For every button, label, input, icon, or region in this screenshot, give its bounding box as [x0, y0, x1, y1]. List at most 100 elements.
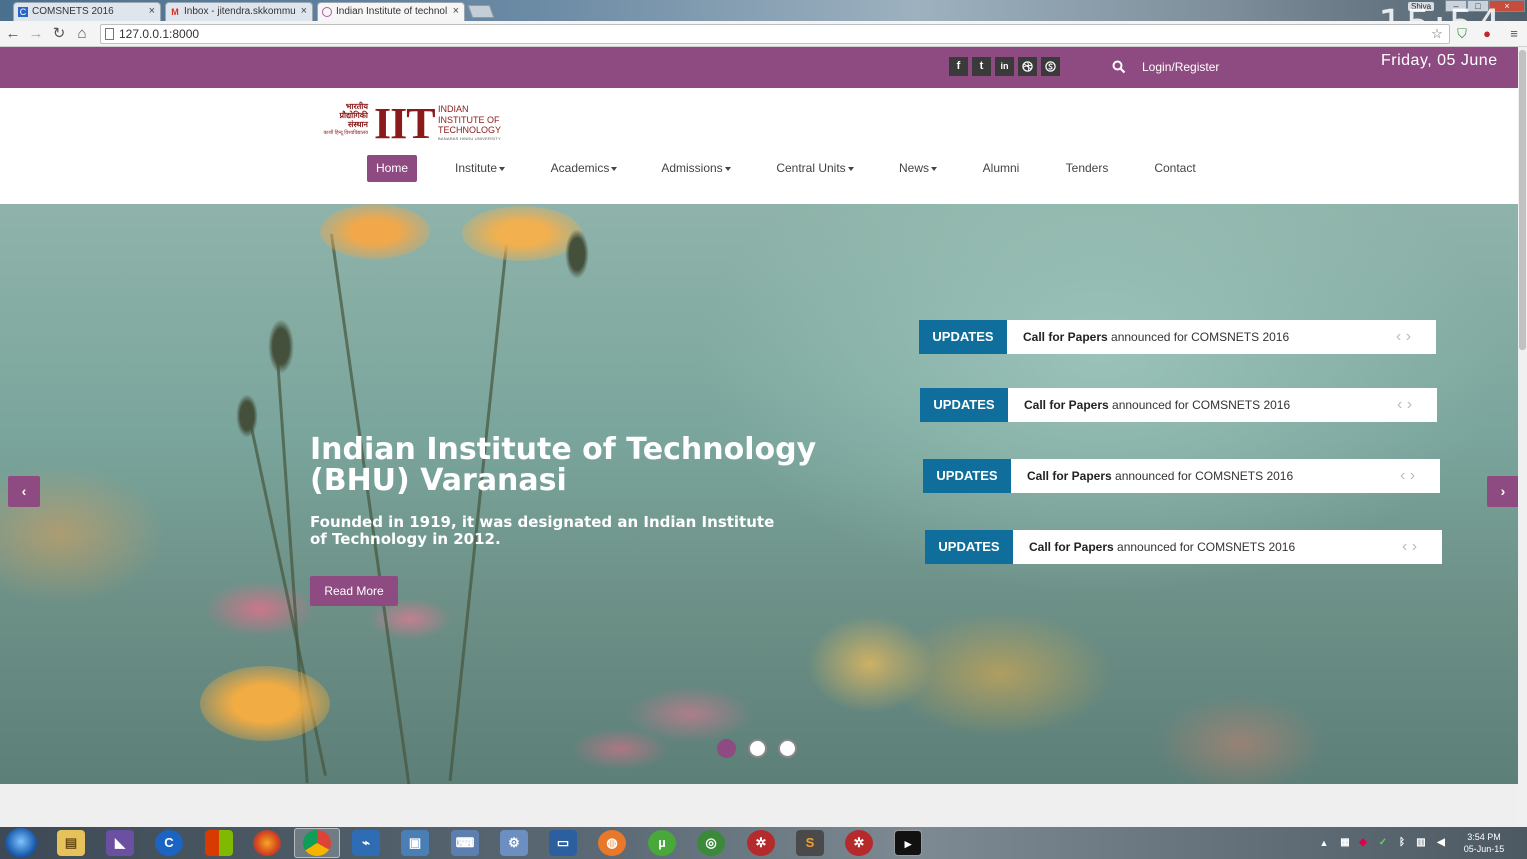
reload-icon[interactable]: ↻ [50, 25, 68, 43]
search-icon[interactable] [1112, 60, 1126, 74]
updates-text[interactable]: Call for Papers announced for COMSNETS 2… [1029, 530, 1295, 564]
chevron-right-icon[interactable]: › [1406, 328, 1411, 345]
logo-subline: BANARAS HINDU UNIVERSITY [438, 136, 501, 141]
nav-central-units[interactable]: Central Units [770, 155, 860, 182]
taskbar-clock[interactable]: 3:54 PM 05-Jun-15 [1458, 831, 1510, 855]
chevron-right-icon[interactable]: › [1412, 538, 1417, 555]
slider-next-button[interactable]: › [1487, 476, 1518, 507]
facebook-icon[interactable]: f [949, 57, 968, 76]
chevron-right-icon[interactable]: › [1410, 467, 1415, 484]
nav-institute[interactable]: Institute [446, 155, 514, 182]
globe-icon[interactable]: ◎ [697, 830, 725, 856]
browser-toolbar: ← → ↻ ⌂ 127.0.0.1:8000 ☆ ⛉ ● ≡ [0, 21, 1527, 47]
updates-ticker: UPDATES Call for Papers announced for CO… [920, 388, 1437, 422]
updates-label: UPDATES [919, 320, 1007, 354]
updates-text[interactable]: Call for Papers announced for COMSNETS 2… [1024, 388, 1290, 422]
ccleaner-icon[interactable]: C [155, 830, 183, 856]
updates-text[interactable]: Call for Papers announced for COMSNETS 2… [1023, 320, 1289, 354]
window-app-icon[interactable]: ▭ [549, 830, 577, 856]
chevron-left-icon[interactable]: ‹ [1397, 396, 1402, 413]
desktop-date: Friday, 05 June [1381, 52, 1498, 69]
slider-dot-1[interactable] [717, 739, 736, 758]
volume-icon[interactable]: ◀ [1434, 830, 1448, 856]
explorer-icon[interactable]: ▤ [57, 830, 85, 856]
nav-tenders[interactable]: Tenders [1058, 155, 1116, 182]
tray-app-icon[interactable]: ▦ [1338, 830, 1352, 856]
visual-studio-icon[interactable]: ◣ [106, 830, 134, 856]
network-tray-icon[interactable]: ▥ [1414, 830, 1428, 856]
utorrent-icon[interactable]: µ [648, 830, 676, 856]
iit-logo[interactable]: भारतीय प्रौद्योगिकी संस्थान काशी हिन्दू … [322, 99, 507, 148]
nav-home[interactable]: Home [367, 155, 417, 182]
logo-english-text: INDIAN INSTITUTE OF TECHNOLOGY [438, 104, 501, 136]
start-button-icon[interactable] [5, 828, 37, 858]
flower-bud [565, 229, 589, 279]
browser-tab-comsnets[interactable]: C COMSNETS 2016 × [13, 2, 161, 21]
back-icon[interactable]: ← [4, 25, 22, 43]
page-scrollbar[interactable] [1518, 47, 1527, 827]
close-tab-icon[interactable]: × [453, 5, 459, 17]
chevron-left-icon[interactable]: ‹ [1396, 328, 1401, 345]
remote-desktop-icon[interactable]: ▣ [401, 830, 429, 856]
chrome-icon[interactable] [303, 830, 331, 856]
tab-title: Indian Institute of technol [336, 6, 448, 17]
site-top-bar: f t in Login/Register [0, 47, 1518, 88]
read-more-button[interactable]: Read More [310, 576, 398, 606]
nav-academics[interactable]: Academics [545, 155, 623, 182]
nav-alumni[interactable]: Alumni [976, 155, 1026, 182]
ubuntu-like-icon[interactable]: ✲ [747, 830, 775, 856]
nav-news[interactable]: News [892, 155, 944, 182]
skype-icon[interactable] [1041, 57, 1060, 76]
new-tab-button[interactable] [467, 5, 495, 18]
terminal-icon[interactable]: ▸ [894, 830, 922, 856]
dribbble-icon[interactable] [1018, 57, 1037, 76]
address-bar[interactable]: 127.0.0.1:8000 [100, 24, 1450, 44]
caret-down-icon [724, 166, 731, 171]
forward-icon[interactable]: → [27, 25, 45, 43]
tray-expand-icon[interactable]: ▲ [1318, 830, 1330, 856]
updates-label: UPDATES [925, 530, 1013, 564]
adblock-shield-icon[interactable]: ⛉ [1453, 25, 1471, 43]
ubuntu-like-icon[interactable]: ✲ [845, 830, 873, 856]
flower-decoration [462, 206, 582, 261]
logo-english-line: INSTITUTE OF [438, 114, 500, 125]
site-header: भारतीय प्रौद्योगिकी संस्थान काशी हिन्दू … [0, 88, 1518, 204]
taskbar-date: 05-Jun-15 [1463, 844, 1505, 854]
settings-app-icon[interactable]: ⚙ [500, 830, 528, 856]
chevron-left-icon[interactable]: ‹ [1400, 467, 1405, 484]
browser-tab-iit[interactable]: Indian Institute of technol × [317, 2, 465, 21]
bluetooth-icon[interactable]: ᛒ [1395, 830, 1409, 856]
nav-label: Home [375, 161, 408, 175]
chevron-left-icon[interactable]: ‹ [1402, 538, 1407, 555]
firefox-icon[interactable] [253, 830, 281, 856]
browser-tab-inbox[interactable]: M Inbox - jitendra.skkommu × [165, 2, 313, 21]
hero-subtitle: Founded in 1919, it was designated an In… [310, 513, 775, 548]
home-icon[interactable]: ⌂ [73, 25, 91, 43]
sublime-text-icon[interactable]: S [796, 830, 824, 856]
nav-label: Contact [1154, 161, 1196, 175]
network-icon[interactable]: ⌁ [352, 830, 380, 856]
vlc-like-icon[interactable]: ◍ [598, 830, 626, 856]
keyboard-icon[interactable]: ⌨ [451, 830, 479, 856]
login-register-link[interactable]: Login/Register [1142, 60, 1219, 74]
tray-app-icon[interactable]: ◆ [1356, 830, 1370, 856]
slider-prev-button[interactable]: ‹ [8, 476, 40, 507]
close-tab-icon[interactable]: × [149, 5, 155, 17]
updates-headline: Call for Papers [1029, 540, 1114, 554]
updates-text[interactable]: Call for Papers announced for COMSNETS 2… [1027, 459, 1293, 493]
office-icon[interactable] [205, 830, 233, 856]
twitter-icon[interactable]: t [972, 57, 991, 76]
slider-dot-3[interactable] [778, 739, 797, 758]
scrollbar-thumb[interactable] [1519, 50, 1526, 350]
tray-app-icon[interactable]: ✓ [1376, 830, 1390, 856]
chevron-right-icon[interactable]: › [1407, 396, 1412, 413]
slider-dot-2[interactable] [748, 739, 767, 758]
extension-icon[interactable]: ● [1478, 25, 1496, 43]
bookmark-star-icon[interactable]: ☆ [1428, 25, 1446, 43]
menu-icon[interactable]: ≡ [1505, 25, 1523, 43]
close-tab-icon[interactable]: × [301, 5, 307, 17]
linkedin-icon[interactable]: in [995, 57, 1014, 76]
nav-contact[interactable]: Contact [1148, 155, 1202, 182]
address-text: 127.0.0.1:8000 [119, 27, 200, 41]
nav-admissions[interactable]: Admissions [655, 155, 737, 182]
